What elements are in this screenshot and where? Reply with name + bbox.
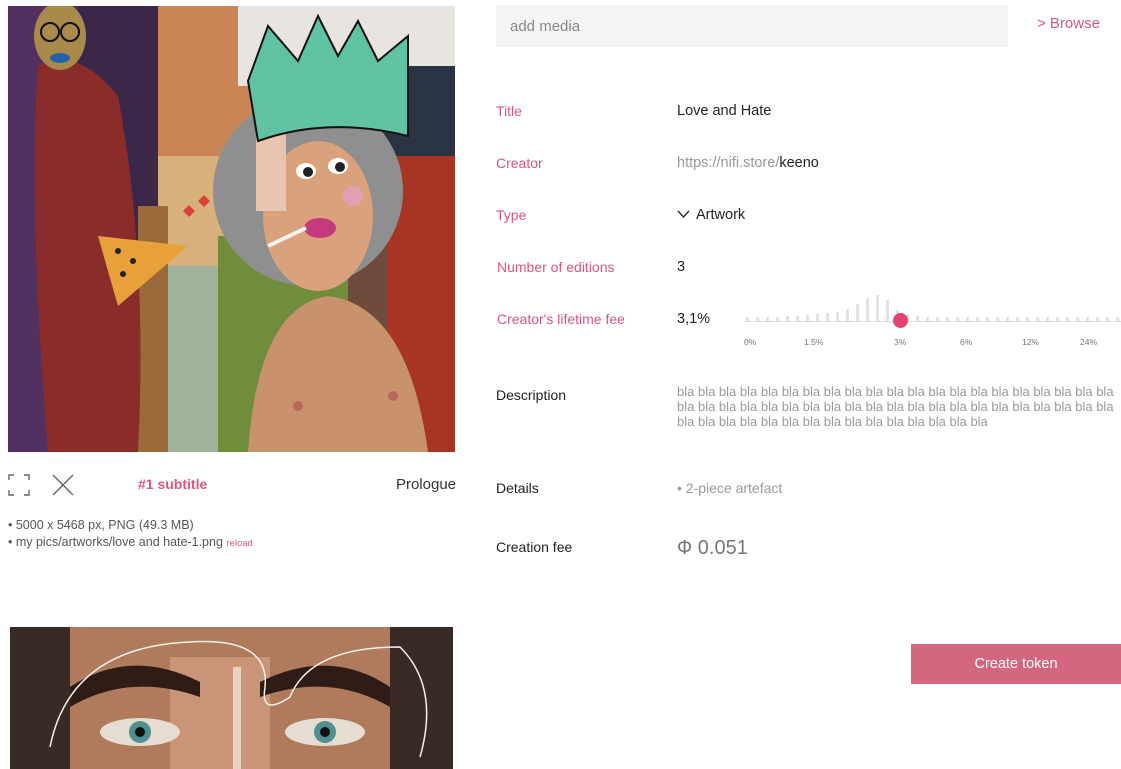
prologue-label: Prologue	[395, 476, 456, 493]
file-info: • 5000 x 5468 px, PNG (49.3 MB) • my pic…	[8, 517, 253, 552]
type-value: Artwork	[696, 207, 746, 223]
lifetime-fee-label: Creator's lifetime fee	[497, 311, 625, 327]
title-label: Title	[496, 103, 522, 119]
description-label: Description	[496, 387, 567, 403]
creator-label: Creator	[496, 155, 543, 171]
details-item: • 2-piece artefact	[677, 480, 783, 496]
type-label: Type	[496, 207, 527, 223]
media-toolbar: #1 subtitle Prologue	[8, 472, 456, 498]
type-select[interactable]: Artwork	[677, 207, 745, 223]
creation-fee-value: Ф 0.051	[677, 537, 748, 559]
file-dimensions: • 5000 x 5468 px, PNG (49.3 MB)	[8, 518, 194, 532]
tick-label-4: 12%	[1022, 337, 1040, 347]
reload-link[interactable]: reload	[226, 538, 252, 549]
close-icon[interactable]	[51, 473, 75, 497]
create-token-button[interactable]: Create token	[911, 644, 1121, 684]
editions-field[interactable]: 3	[677, 259, 685, 275]
lifetime-fee-slider[interactable]: 0% 1.5% 3% 6% 12% 24%	[744, 290, 1121, 350]
expand-icon[interactable]	[8, 474, 30, 496]
slider-handle[interactable]	[893, 313, 908, 328]
lifetime-fee-value: 3,1%	[677, 311, 711, 327]
add-media-input[interactable]	[496, 5, 1008, 47]
artwork-subtitle[interactable]: #1 subtitle	[138, 476, 207, 492]
tick-label-2: 3%	[894, 337, 907, 347]
details-label: Details	[496, 480, 539, 496]
fee-distribution-bars	[746, 295, 1119, 321]
tick-label-3: 6%	[960, 337, 973, 347]
file-path: • my pics/artworks/love and hate-1.png	[8, 535, 223, 549]
title-field[interactable]: Love and Hate	[677, 103, 771, 119]
file-path-line: • my pics/artworks/love and hate-1.png r…	[8, 534, 253, 552]
creator-handle: keeno	[779, 155, 819, 171]
tick-label-5: 24%	[1080, 337, 1098, 347]
second-artwork-image	[10, 627, 453, 769]
chevron-down-icon	[677, 207, 690, 223]
browse-link[interactable]: > Browse	[1037, 15, 1100, 32]
creator-field[interactable]: https://nifi.store/keeno	[677, 155, 819, 171]
description-field[interactable]: bla bla bla bla bla bla bla bla bla bla …	[677, 384, 1121, 436]
tick-label-0: 0%	[744, 337, 757, 347]
editions-label: Number of editions	[497, 259, 615, 275]
artwork-image	[8, 6, 455, 452]
slider-track[interactable]	[744, 321, 1121, 322]
creator-url-prefix: https://nifi.store/	[677, 155, 780, 171]
tick-label-1: 1.5%	[804, 337, 824, 347]
creation-fee-label: Creation fee	[496, 539, 573, 555]
